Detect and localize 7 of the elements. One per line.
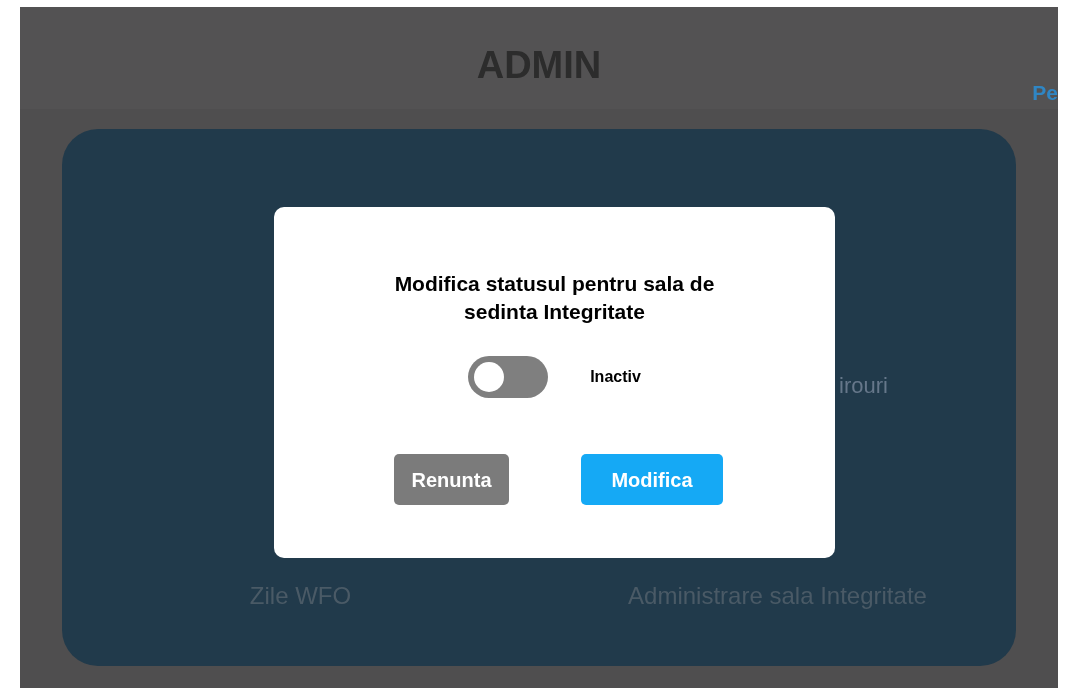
- cancel-button[interactable]: Renunta: [394, 454, 509, 505]
- menu-tile-label[interactable]: irouri: [839, 373, 888, 398]
- nav-link[interactable]: Pe: [1032, 77, 1058, 109]
- modify-button[interactable]: Modifica: [581, 454, 723, 505]
- status-toggle[interactable]: [468, 356, 549, 398]
- dialog-title: Modifica statusul pentru sala de sedinta Integritate: [393, 271, 716, 325]
- toggle-label: Inactiv: [590, 367, 641, 387]
